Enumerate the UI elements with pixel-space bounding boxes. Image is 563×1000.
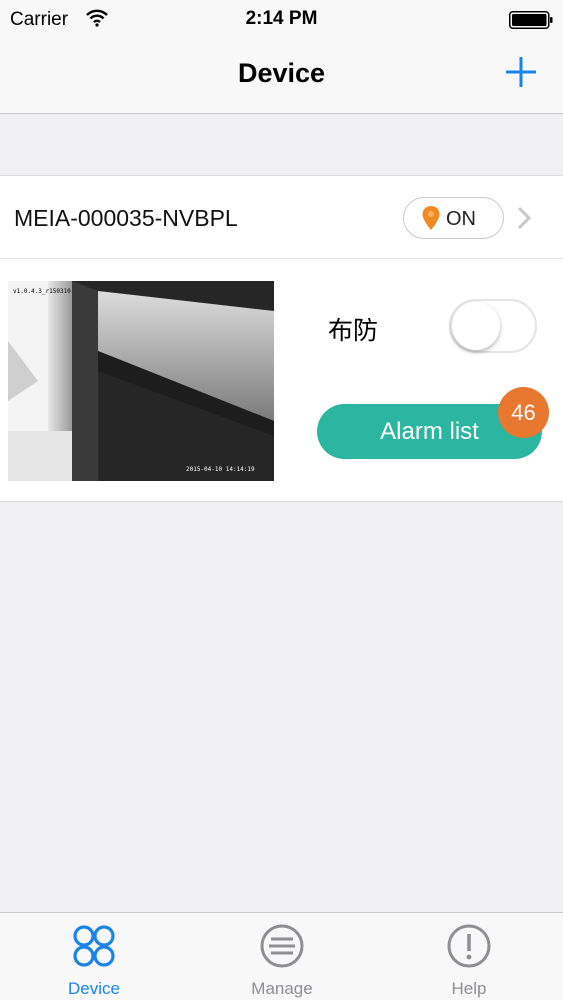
status-text: ON	[446, 208, 476, 230]
exclamation-circle-icon	[447, 924, 491, 968]
tab-help-label: Help	[451, 979, 487, 998]
clock-label: 2:14 PM	[245, 8, 318, 29]
nav-bar: Device	[0, 38, 563, 114]
arm-label: 布防	[328, 317, 379, 345]
camera-image: v1.0.4.3_r150310 2015-04-10 14:14:19	[8, 281, 274, 481]
alarm-count-badge: 46	[498, 387, 549, 438]
add-device-button[interactable]	[503, 54, 539, 90]
list-circle-icon	[260, 924, 304, 968]
toggle-knob	[452, 302, 500, 350]
tab-manage[interactable]: Manage	[188, 913, 376, 1000]
tab-device-label: Device	[68, 979, 120, 998]
device-screen: Carrier 2:14 PM Device MEIA-000035-NVBPL	[0, 0, 563, 1000]
arm-toggle[interactable]	[449, 299, 537, 353]
tab-help[interactable]: Help	[375, 913, 563, 1000]
battery-icon	[509, 11, 553, 29]
device-name: MEIA-000035-NVBPL	[14, 205, 238, 231]
tab-bar: Device Manage Help	[0, 912, 563, 1000]
location-pin-icon	[422, 206, 440, 230]
page-title: Device	[237, 58, 326, 88]
thumb-timestamp: 2015-04-10 14:14:19	[186, 466, 255, 473]
camera-thumbnail[interactable]: v1.0.4.3_r150310 2015-04-10 14:14:19	[8, 281, 274, 481]
device-header-row[interactable]: MEIA-000035-NVBPL ON	[0, 175, 563, 259]
chevron-right-icon[interactable]	[517, 206, 531, 230]
device-card: v1.0.4.3_r150310 2015-04-10 14:14:19 布防 …	[0, 259, 563, 502]
thumb-overlay-top: v1.0.4.3_r150310	[13, 288, 71, 295]
status-bar: Carrier 2:14 PM	[0, 0, 563, 38]
device-status-pill: ON	[403, 197, 504, 239]
tab-device[interactable]: Device	[0, 913, 188, 1000]
tab-manage-label: Manage	[251, 979, 313, 998]
four-circles-icon	[73, 925, 115, 967]
